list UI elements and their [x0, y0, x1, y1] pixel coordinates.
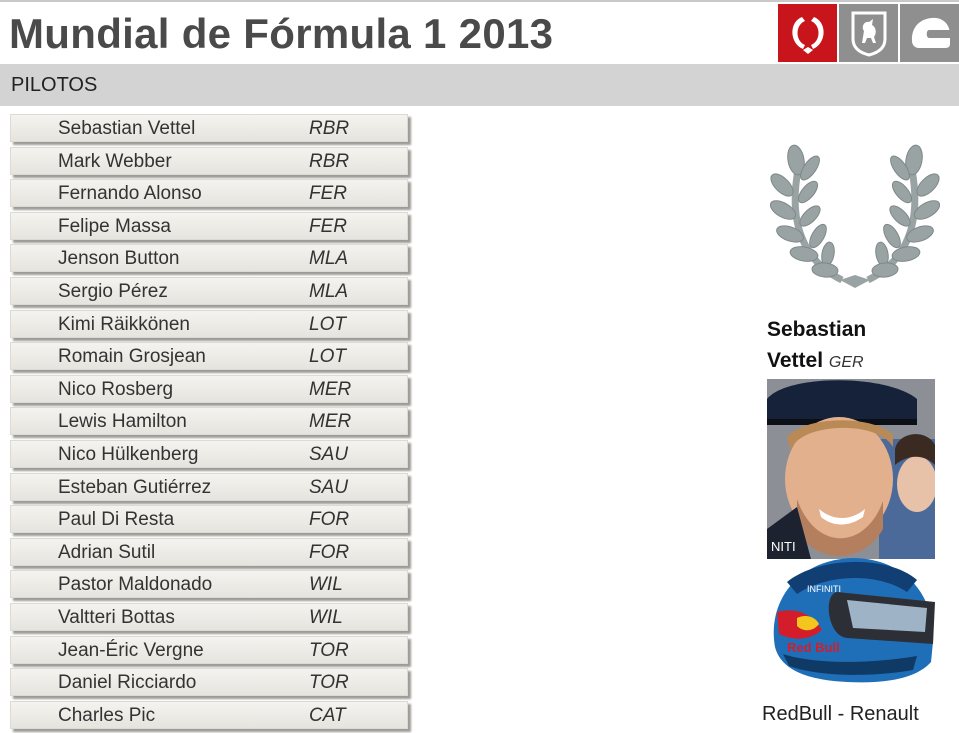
driver-name: Sebastian Vettel GER [767, 314, 957, 378]
driver-row-team: SAU [309, 443, 349, 465]
driver-row[interactable]: Esteban Gutiérrez SAU [10, 472, 408, 501]
driver-row-name: Nico Rosberg [58, 378, 174, 400]
driver-row[interactable]: Jean-Éric Vergne TOR [10, 635, 408, 664]
driver-row-name: Fernando Alonso [58, 183, 202, 205]
driver-row[interactable]: Pastor Maldonado WIL [10, 570, 408, 599]
driver-row-team: FOR [309, 541, 350, 563]
driver-row[interactable]: Fernando Alonso FER [10, 179, 408, 208]
driver-first-name: Sebastian [767, 318, 867, 341]
category-icons [778, 4, 959, 62]
driver-row[interactable]: Paul Di Resta FOR [10, 505, 408, 534]
section-title: PILOTOS [11, 74, 98, 96]
driver-row-name: Esteban Gutiérrez [58, 476, 212, 498]
driver-last-name: Vettel [767, 349, 824, 372]
driver-row[interactable]: Mark Webber RBR [10, 146, 408, 175]
driver-row[interactable]: Daniel Ricciardo TOR [10, 668, 408, 697]
driver-row-team: TOR [309, 672, 349, 694]
driver-row-team: FER [309, 215, 347, 237]
laurel-icon [791, 17, 824, 54]
driver-row-team: MER [309, 411, 352, 433]
driver-photo: NITI [767, 379, 935, 559]
driver-row-name: Sebastian Vettel [58, 118, 196, 139]
section-header: PILOTOS [0, 64, 959, 106]
driver-row-team: FER [309, 183, 347, 205]
driver-row-team: SAU [309, 476, 349, 498]
helmet-icon [911, 17, 950, 48]
driver-row-name: Charles Pic [58, 704, 156, 726]
driver-list: Sebastian Vettel RBR Mark Webber RBR Fernand… [10, 114, 408, 733]
driver-row[interactable]: Lewis Hamilton MER [10, 407, 408, 436]
driver-row-team: FOR [309, 509, 350, 531]
driver-row-team: MLA [309, 248, 349, 270]
ferrari-horse-icon [851, 11, 886, 57]
driver-row-name: Jenson Button [58, 248, 180, 270]
driver-row-name: Adrian Sutil [58, 541, 156, 563]
top-border [0, 0, 959, 2]
driver-row[interactable]: Felipe Massa FER [10, 211, 408, 240]
teams-tab-button[interactable] [839, 4, 898, 62]
driver-row-team: MLA [309, 280, 349, 302]
driver-row-name: Sergio Pérez [58, 280, 168, 302]
driver-row-team: TOR [309, 639, 349, 661]
driver-row[interactable]: Sergio Pérez MLA [10, 276, 408, 305]
page-title: Mundial de Fórmula 1 2013 [9, 10, 554, 57]
driver-row-name: Romain Grosjean [58, 346, 206, 368]
svg-text:INFINITI: INFINITI [807, 584, 841, 594]
driver-row-team: WIL [309, 606, 343, 628]
driver-row-team: LOT [309, 313, 346, 335]
driver-row-team: WIL [309, 574, 343, 596]
driver-row[interactable]: Nico Hülkenberg SAU [10, 439, 408, 468]
driver-row-team: MER [309, 378, 352, 400]
driver-row[interactable]: Charles Pic CAT [10, 700, 408, 729]
driver-row-name: Daniel Ricciardo [58, 672, 197, 694]
driver-row[interactable]: Kimi Räikkönen LOT [10, 309, 408, 338]
driver-row-team: LOT [309, 346, 346, 368]
driver-row-name: Paul Di Resta [58, 509, 175, 531]
driver-row-name: Felipe Massa [58, 215, 171, 237]
driver-row[interactable]: Jenson Button MLA [10, 244, 408, 273]
laurel-wreath-icon [770, 144, 940, 288]
driver-row-name: Kimi Räikkönen [58, 313, 190, 335]
driver-row-team: CAT [309, 704, 346, 726]
driver-row-name: Valtteri Bottas [58, 606, 175, 628]
driver-row-name: Lewis Hamilton [58, 411, 187, 433]
circuits-tab-button[interactable] [900, 4, 959, 62]
driver-team: RedBull - Renault [762, 703, 919, 725]
driver-row-team: RBR [309, 118, 350, 139]
svg-text:Red Bull: Red Bull [787, 640, 840, 655]
driver-row[interactable]: Adrian Sutil FOR [10, 537, 408, 566]
driver-row-name: Pastor Maldonado [58, 574, 213, 596]
driver-row-name: Nico Hülkenberg [58, 443, 199, 465]
driver-row-name: Jean-Éric Vergne [58, 639, 204, 661]
driver-row-team: RBR [309, 150, 350, 172]
drivers-tab-button[interactable] [778, 4, 837, 62]
driver-nationality: GER [828, 354, 864, 371]
helmet-image: Red Bull INFINITI [773, 558, 935, 683]
driver-row[interactable]: Sebastian Vettel RBR [10, 114, 408, 142]
driver-row[interactable]: Valtteri Bottas WIL [10, 602, 408, 631]
driver-row[interactable]: Nico Rosberg MER [10, 374, 408, 403]
driver-row-name: Mark Webber [58, 150, 172, 172]
driver-row[interactable]: Romain Grosjean LOT [10, 342, 408, 371]
